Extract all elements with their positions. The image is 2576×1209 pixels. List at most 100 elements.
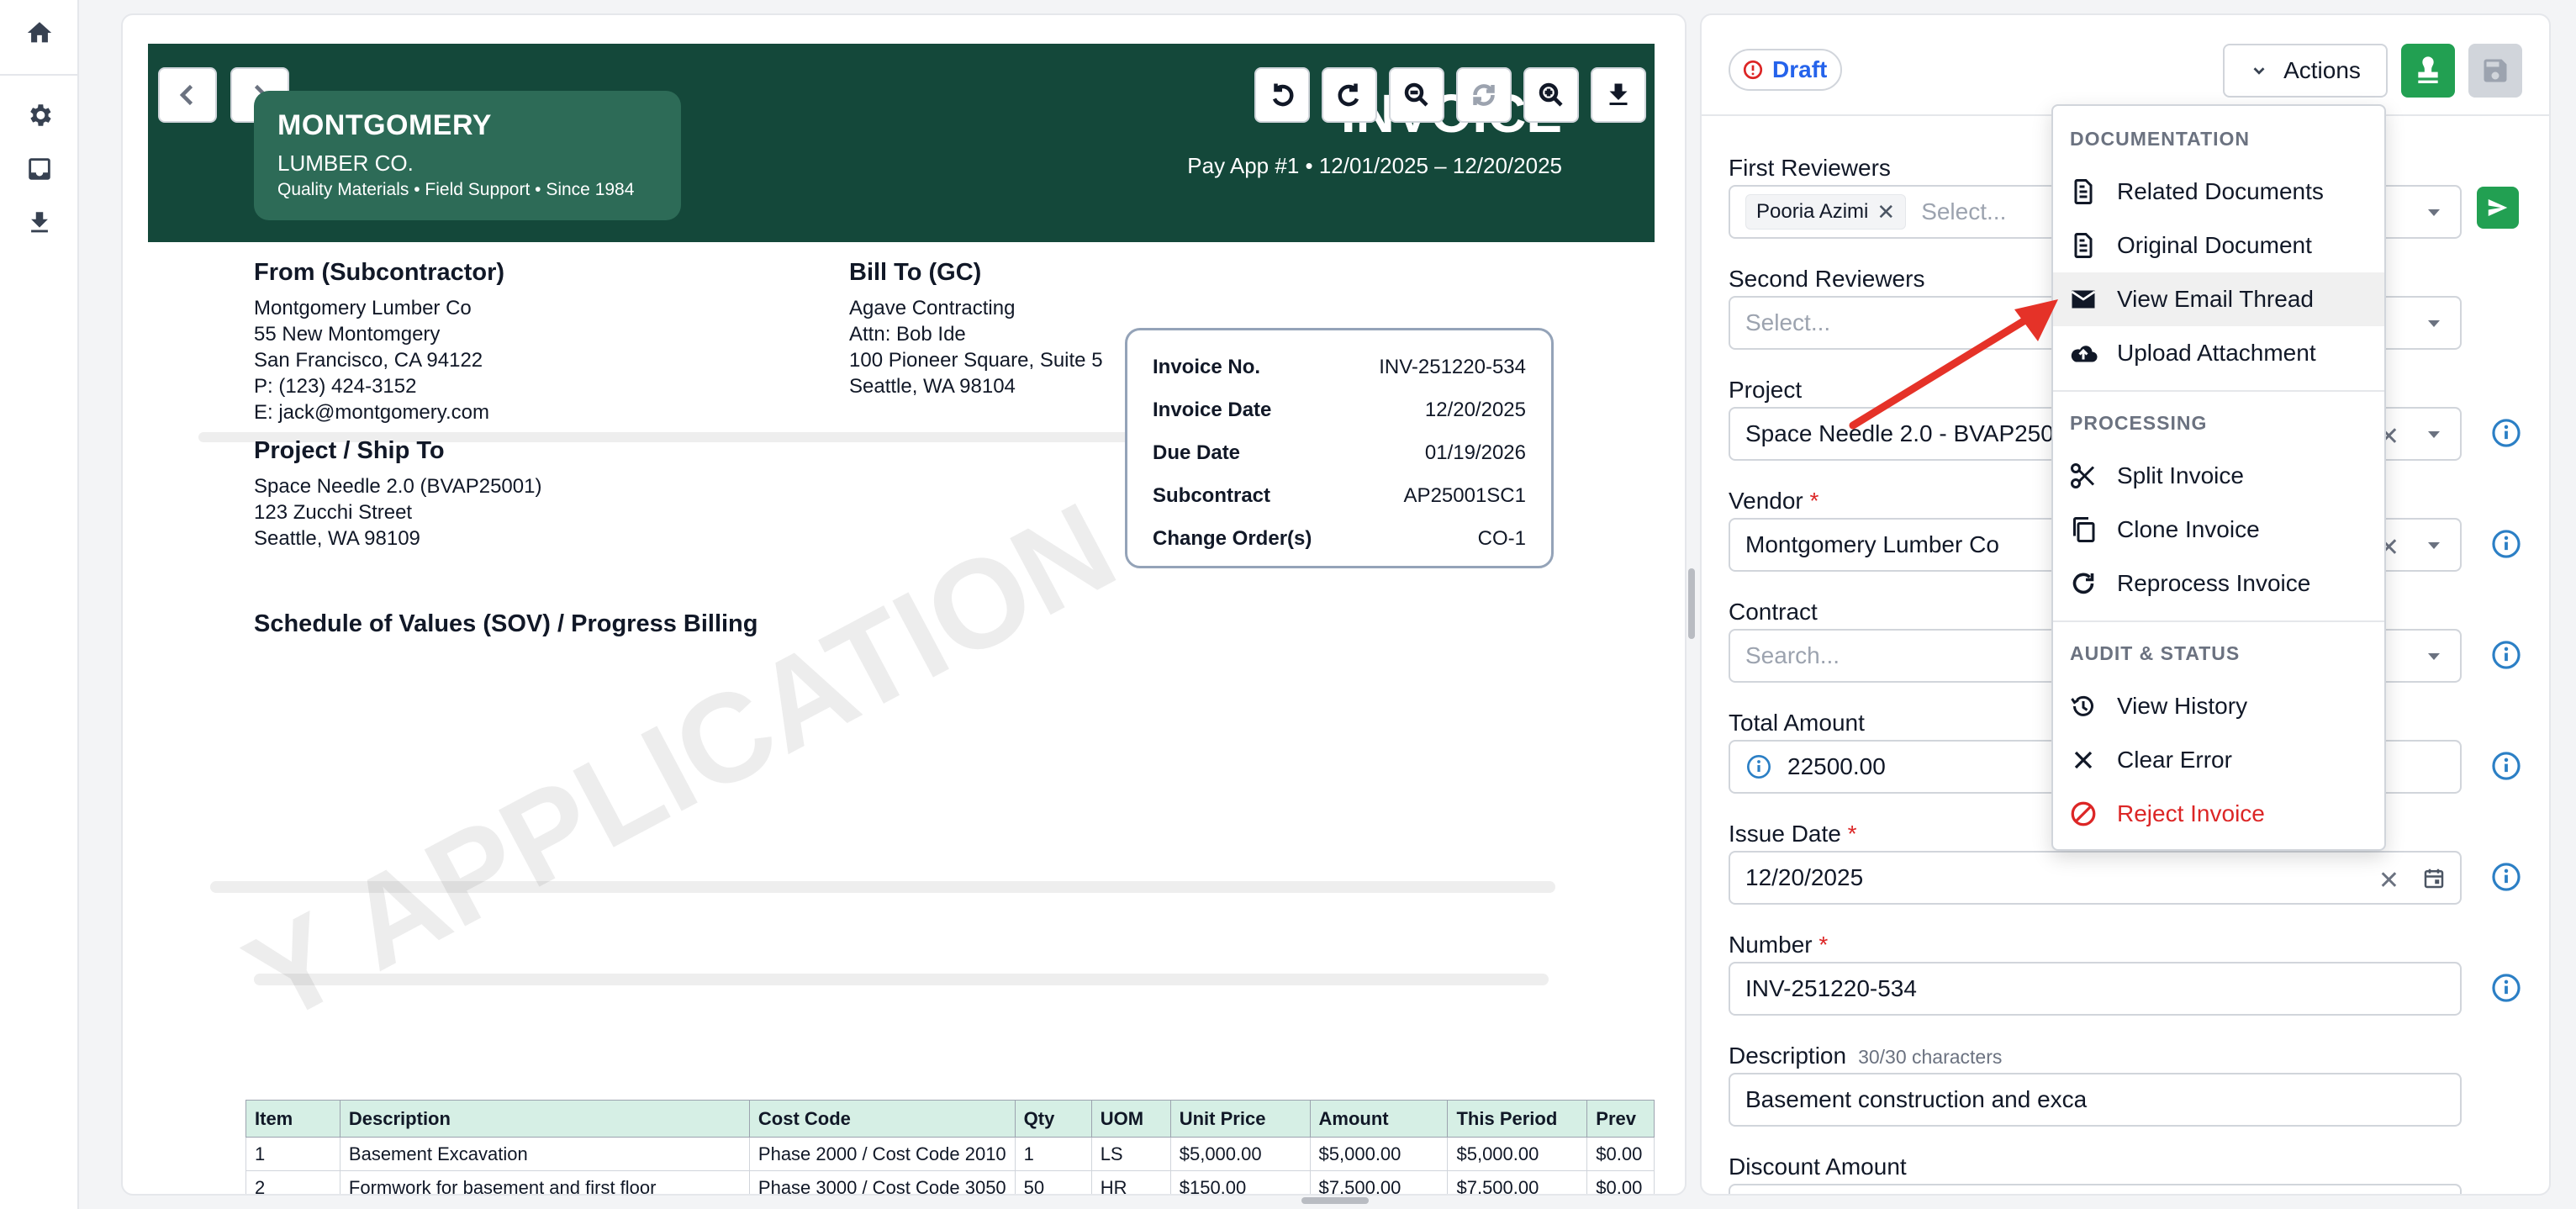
- table-cell: 50: [1014, 1170, 1092, 1194]
- menu-item-view-email-thread[interactable]: View Email Thread: [2053, 272, 2384, 326]
- menu-item-related-documents[interactable]: Related Documents: [2053, 165, 2384, 219]
- menu-item-view-history[interactable]: View History: [2053, 679, 2384, 733]
- document-icon: [2074, 233, 2093, 258]
- menu-item-label: Clear Error: [2117, 747, 2232, 773]
- issue-date-input[interactable]: 12/20/2025 ✕: [1729, 851, 2462, 905]
- first-reviewers-label: First Reviewers: [1729, 155, 1891, 181]
- close-icon: [2074, 751, 2093, 769]
- issue-date-label-text: Issue Date: [1729, 821, 1841, 847]
- from-line: E: jack@montgomery.com: [254, 401, 489, 424]
- menu-item-upload-attachment[interactable]: Upload Attachment: [2053, 326, 2384, 380]
- chip-remove-icon[interactable]: ✕: [1877, 199, 1895, 225]
- dropdown-caret-icon: [2428, 542, 2440, 549]
- zoom-out-icon: [1404, 82, 1428, 107]
- contract-placeholder: Search...: [1745, 642, 1840, 668]
- from-line: P: (123) 424-3152: [254, 375, 417, 398]
- ship-to-block: Project / Ship To Space Needle 2.0 (BVAP…: [254, 437, 541, 552]
- zoom-out-button[interactable]: [1389, 67, 1444, 123]
- info-icon[interactable]: [2490, 528, 2522, 560]
- company-name: MONTGOMERY: [277, 109, 492, 141]
- block-icon: [2071, 801, 2096, 826]
- rotate-left-button[interactable]: [1254, 67, 1310, 123]
- zoom-in-button[interactable]: [1523, 67, 1579, 123]
- column-header: Amount: [1309, 1100, 1449, 1138]
- faint-rule: [254, 974, 1549, 985]
- vendor-label: Vendor *: [1729, 488, 1819, 515]
- from-line: San Francisco, CA 94122: [254, 349, 483, 372]
- invoice-info-value: AP25001SC1: [1403, 483, 1526, 507]
- horizontal-scrollbar[interactable]: [1301, 1197, 1369, 1204]
- calendar-icon[interactable]: [2421, 866, 2447, 891]
- send-icon: [2488, 199, 2508, 216]
- invoice-info-row: Invoice No. INV-251220-534: [1153, 346, 1526, 388]
- total-amount-label: Total Amount: [1729, 710, 1865, 736]
- menu-item-reprocess-invoice[interactable]: Reprocess Invoice: [2053, 557, 2384, 610]
- invoice-info-value: 01/19/2026: [1424, 441, 1526, 464]
- scissors-icon: [2071, 463, 2095, 488]
- menu-item-reject-invoice[interactable]: Reject Invoice: [2053, 787, 2384, 841]
- rotate-right-button[interactable]: [1322, 67, 1377, 123]
- status-label: Draft: [1772, 56, 1828, 82]
- dropdown-caret-icon: [2428, 209, 2440, 216]
- chevron-down-icon: [2253, 67, 2265, 75]
- zoom-in-icon: [1539, 82, 1563, 107]
- home-icon[interactable]: [20, 13, 59, 52]
- number-input[interactable]: INV-251220-534: [1729, 962, 2462, 1016]
- approve-button[interactable]: [2401, 44, 2455, 98]
- actions-label: Actions: [2283, 57, 2361, 83]
- invoice-info-value: 12/20/2025: [1424, 398, 1526, 421]
- discount-amount-input[interactable]: [1729, 1184, 2462, 1194]
- from-line: Montgomery Lumber Co: [254, 297, 472, 319]
- from-line: 55 New Montomgery: [254, 323, 441, 346]
- prev-page-button[interactable]: [158, 67, 217, 123]
- menu-item-clear-error[interactable]: Clear Error: [2053, 733, 2384, 787]
- reviewer-chip: Pooria Azimi ✕: [1745, 194, 1907, 230]
- download-button[interactable]: [1591, 67, 1646, 123]
- menu-item-clone-invoice[interactable]: Clone Invoice: [2053, 503, 2384, 557]
- table-cell: 1: [245, 1137, 340, 1171]
- menu-item-original-document[interactable]: Original Document: [2053, 219, 2384, 272]
- info-icon: [1747, 755, 1771, 779]
- table-cell: Formwork for basement and first floor: [339, 1170, 750, 1194]
- save-button[interactable]: [2468, 44, 2522, 98]
- menu-divider: [2053, 620, 2384, 622]
- invoice-info-key: Invoice No.: [1153, 355, 1261, 378]
- download-icon: [1609, 83, 1628, 105]
- required-mark: *: [1847, 821, 1857, 847]
- table-cell: $7,500.00: [1447, 1170, 1588, 1194]
- invoice-header: MONTGOMERY LUMBER CO. Quality Materials …: [148, 44, 1655, 242]
- info-icon[interactable]: [2490, 861, 2522, 893]
- chevron-left-icon: [179, 84, 193, 106]
- vendor-value: Montgomery Lumber Co: [1745, 531, 1999, 557]
- info-icon[interactable]: [2490, 750, 2522, 782]
- sov-title: Schedule of Values (SOV) / Progress Bill…: [254, 610, 758, 637]
- invoice-info-row: Due Date 01/19/2026: [1153, 431, 1526, 474]
- bill-to-block: Bill To (GC) Agave Contracting Attn: Bob…: [849, 259, 1103, 399]
- column-header: Description: [339, 1100, 750, 1138]
- menu-item-split-invoice[interactable]: Split Invoice: [2053, 449, 2384, 503]
- mail-icon: [2071, 290, 2096, 309]
- gear-icon[interactable]: [20, 96, 59, 135]
- document-icon: [2074, 179, 2093, 204]
- actions-button[interactable]: Actions: [2223, 44, 2388, 98]
- invoice-info-row: Change Order(s) CO-1: [1153, 517, 1526, 560]
- reset-zoom-button[interactable]: [1456, 67, 1512, 123]
- menu-item-label: Split Invoice: [2117, 462, 2244, 488]
- dropdown-caret-icon: [2428, 431, 2440, 438]
- company-sub: LUMBER CO.: [277, 150, 414, 176]
- menu-item-label: Upload Attachment: [2117, 340, 2316, 366]
- table-cell: Phase 3000 / Cost Code 3050: [748, 1170, 1016, 1194]
- info-icon[interactable]: [2490, 639, 2522, 671]
- download-icon[interactable]: [20, 203, 59, 242]
- menu-section-title: PROCESSING: [2070, 412, 2208, 434]
- send-to-reviewers-button[interactable]: [2477, 187, 2519, 229]
- clear-icon[interactable]: ✕: [2378, 866, 2399, 895]
- inbox-icon[interactable]: [20, 150, 59, 188]
- info-icon[interactable]: [2490, 417, 2522, 449]
- info-icon[interactable]: [2490, 972, 2522, 1004]
- alert-circle-icon: [1743, 60, 1763, 80]
- panel-resize-handle[interactable]: [1688, 568, 1695, 639]
- history-icon: [2071, 695, 2093, 716]
- table-cell: $0.00: [1586, 1170, 1655, 1194]
- description-input[interactable]: Basement construction and exca: [1729, 1073, 2462, 1127]
